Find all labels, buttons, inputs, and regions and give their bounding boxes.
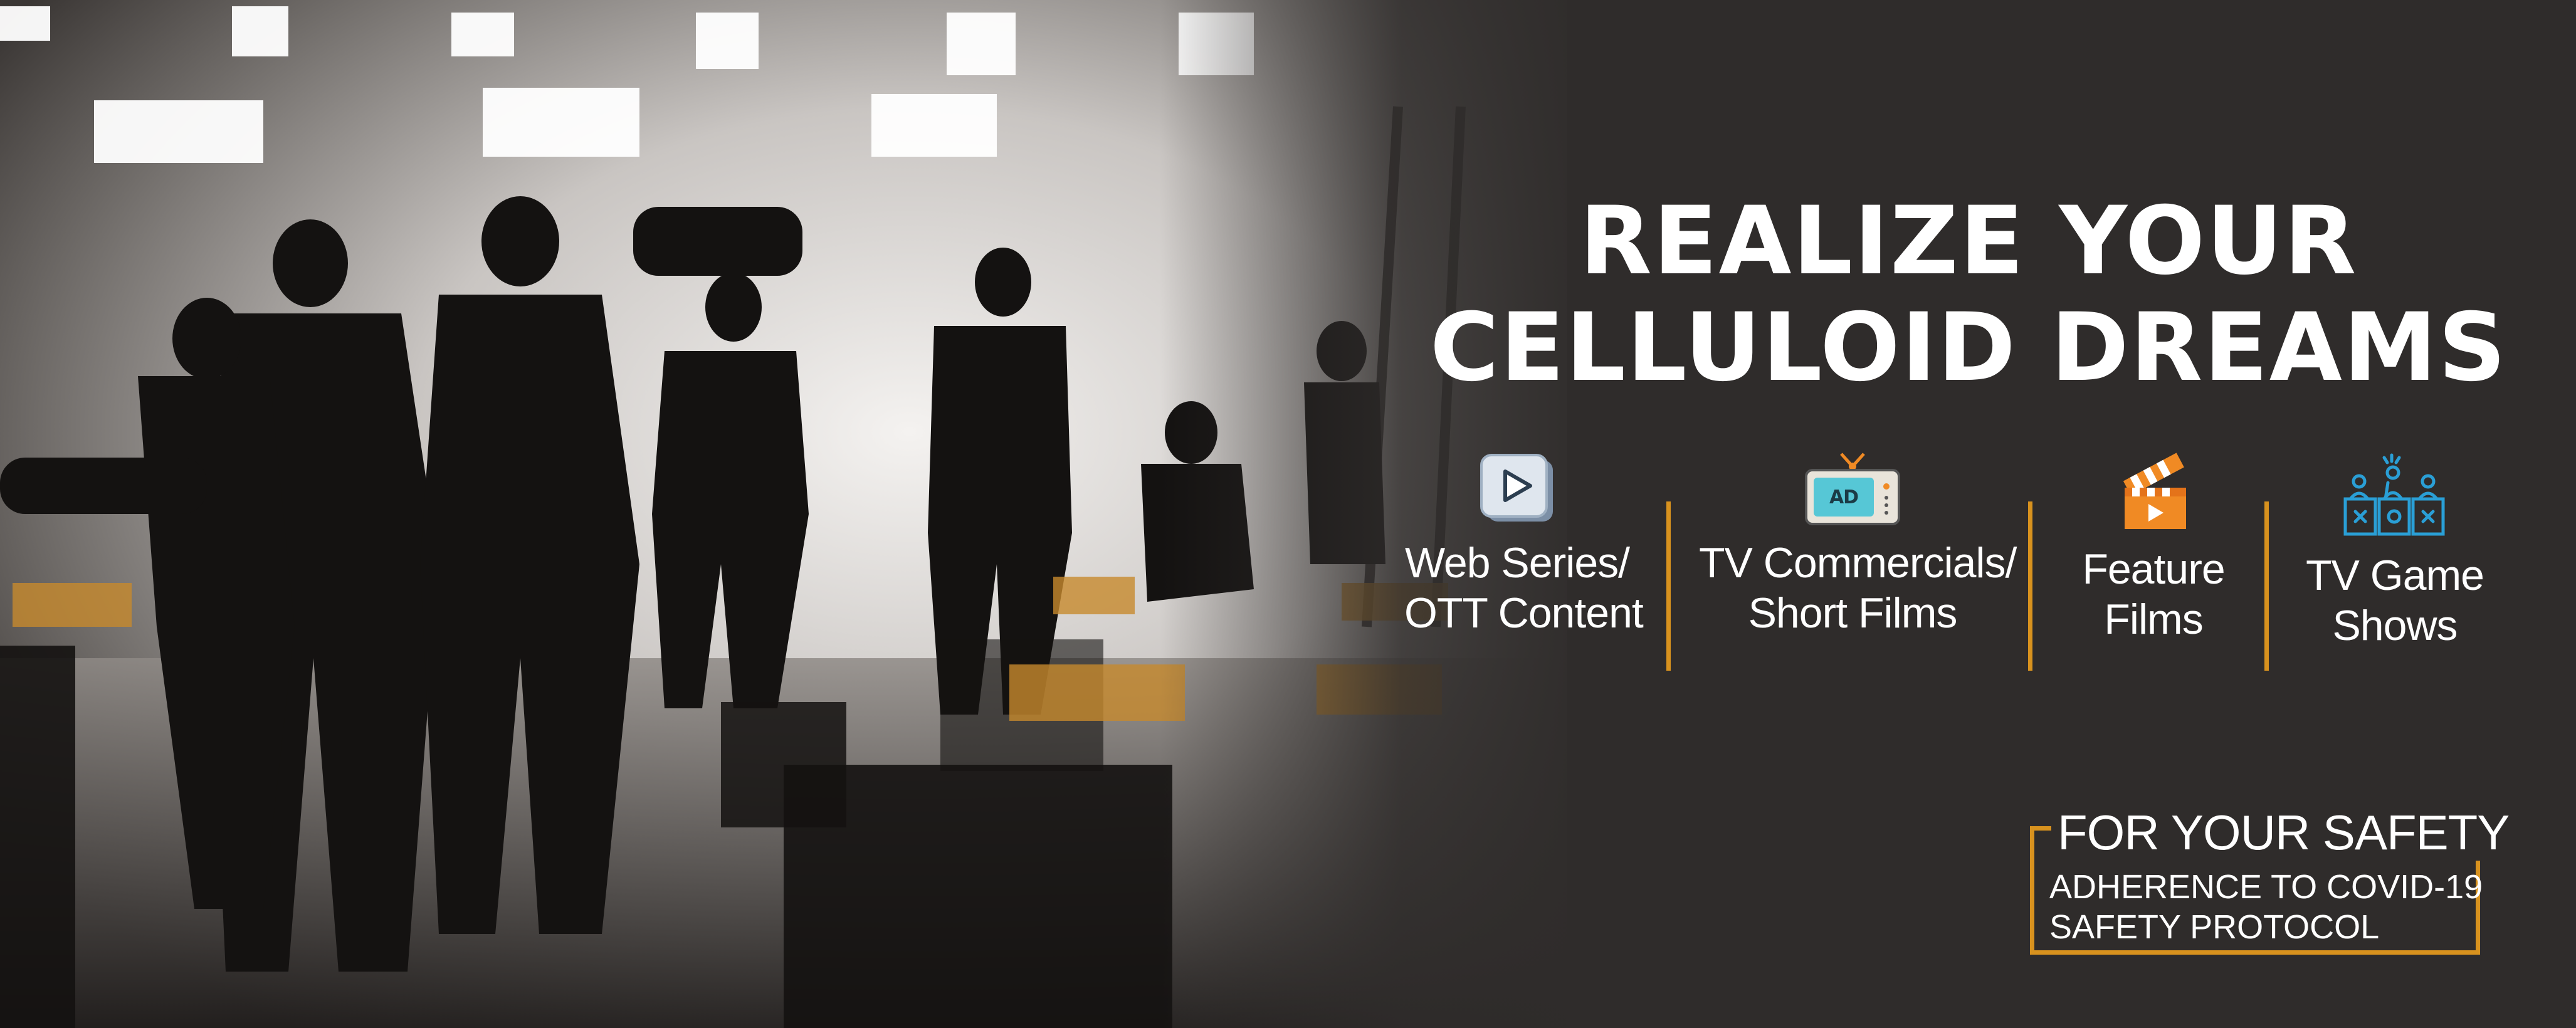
safety-description: ADHERENCE TO COVID-19 SAFETY PROTOCOL: [2049, 867, 2483, 947]
safety-title: FOR YOUR SAFETY: [2051, 804, 2516, 861]
divider: [2264, 501, 2269, 671]
divider: [2028, 501, 2032, 671]
service-tv-game-shows: TV Game Shows: [2295, 451, 2495, 651]
service-label-line-2: Short Films: [1748, 589, 1958, 637]
play-video-icon: [1480, 454, 1553, 522]
game-show-contestants-icon: [2343, 453, 2445, 536]
service-label-line-1: Web Series/: [1404, 539, 1630, 587]
service-label-line-1: TV Commercials/: [1699, 539, 2017, 587]
tv-ad-icon: AD: [1805, 453, 1900, 525]
service-feature-films: Feature Films: [2056, 451, 2251, 644]
service-web-series: Web Series/ OTT Content: [1404, 451, 1644, 638]
services-list: Web Series/ OTT Content AD TV Commercial…: [1404, 451, 2508, 677]
safety-notice: FOR YOUR SAFETY ADHERENCE TO COVID-19 SA…: [2030, 804, 2516, 955]
service-label-line-1: Feature: [2082, 545, 2225, 593]
safety-line-1: ADHERENCE TO COVID-19: [2049, 868, 2483, 906]
headline-line-2: CELLULOID DREAMS: [1429, 293, 2508, 402]
headline: REALIZE YOUR CELLULOID DREAMS: [1398, 188, 2539, 401]
headline-line-1: REALIZE YOUR: [1579, 187, 2358, 296]
clapperboard-icon: [2123, 453, 2186, 529]
service-label-line-2: Films: [2104, 595, 2203, 643]
service-label-line-2: OTT Content: [1404, 589, 1644, 637]
service-label-line-2: Shows: [2332, 602, 2458, 649]
service-label-line-1: TV Game: [2306, 552, 2484, 599]
svg-text:AD: AD: [1829, 486, 1858, 508]
hero-banner: REALIZE YOUR CELLULOID DREAMS Web Series…: [0, 0, 2576, 1028]
divider: [1666, 501, 1671, 671]
service-tv-commercials: AD TV Commercials/ Short Films: [1699, 451, 2017, 638]
safety-line-2: SAFETY PROTOCOL: [2049, 908, 2380, 946]
